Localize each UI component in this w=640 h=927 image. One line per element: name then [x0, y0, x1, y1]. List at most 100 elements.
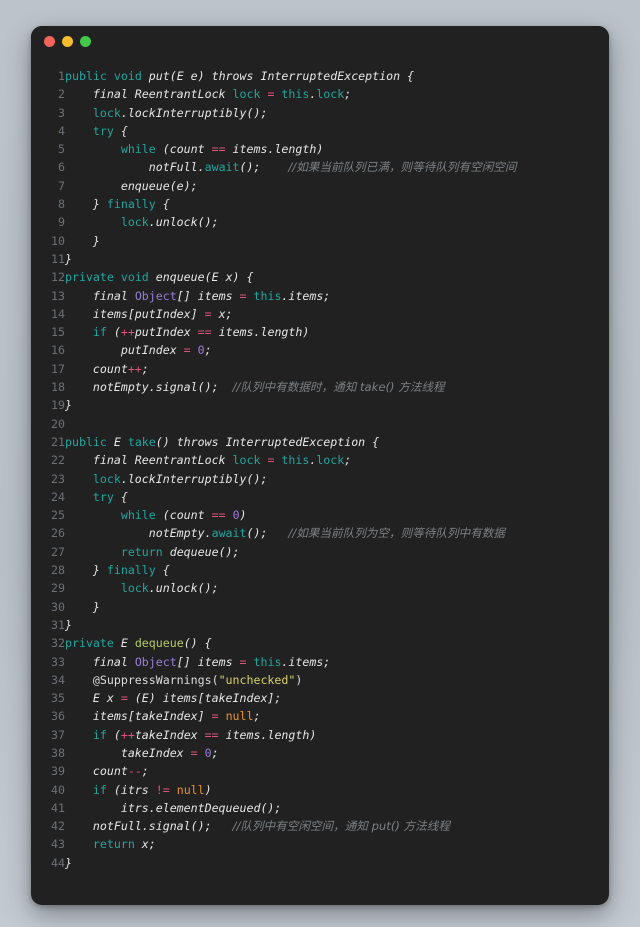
code-line[interactable]: 21 public E take() throws InterruptedExc…: [31, 433, 609, 451]
code-line[interactable]: 11 }: [31, 250, 609, 268]
line-source[interactable]: final ReentrantLock lock = this.lock;: [65, 85, 609, 103]
line-source[interactable]: }: [65, 616, 609, 634]
line-source[interactable]: }: [65, 854, 609, 872]
code-line[interactable]: 6 notFull.await(); //如果当前队列已满，则等待队列有空闲空间: [31, 158, 609, 176]
line-source[interactable]: count++;: [65, 360, 609, 378]
line-source[interactable]: lock.unlock();: [65, 213, 609, 231]
line-source[interactable]: return dequeue();: [65, 543, 609, 561]
line-source[interactable]: if (itrs != null): [65, 781, 609, 799]
line-source[interactable]: } finally {: [65, 561, 609, 579]
line-source[interactable]: notFull.await(); //如果当前队列已满，则等待队列有空闲空间: [65, 158, 609, 176]
code-line[interactable]: 31 }: [31, 616, 609, 634]
line-source[interactable]: }: [65, 598, 609, 616]
code-line[interactable]: 28 } finally {: [31, 561, 609, 579]
line-source[interactable]: lock.unlock();: [65, 579, 609, 597]
code-line[interactable]: 38 takeIndex = 0;: [31, 744, 609, 762]
line-source[interactable]: private void enqueue(E x) {: [65, 268, 609, 286]
code-line[interactable]: 19 }: [31, 396, 609, 414]
code-line[interactable]: 33 final Object[] items = this.items;: [31, 653, 609, 671]
code-line[interactable]: 34 @SuppressWarnings("unchecked"): [31, 671, 609, 689]
code-line[interactable]: 17 count++;: [31, 360, 609, 378]
maximize-dot[interactable]: [80, 35, 91, 47]
code-line[interactable]: 26 notEmpty.await(); //如果当前队列为空，则等待队列中有数…: [31, 524, 609, 542]
code-line[interactable]: 22 final ReentrantLock lock = this.lock;: [31, 451, 609, 469]
code-line[interactable]: 1 public void put(E e) throws Interrupte…: [31, 67, 609, 85]
line-source[interactable]: notEmpty.signal(); //队列中有数据时，通知 take() 方…: [65, 378, 609, 396]
code-line[interactable]: 37 if (++takeIndex == items.length): [31, 726, 609, 744]
line-source[interactable]: @SuppressWarnings("unchecked"): [65, 671, 609, 689]
line-source[interactable]: final ReentrantLock lock = this.lock;: [65, 451, 609, 469]
code-line[interactable]: 10 }: [31, 232, 609, 250]
line-source[interactable]: try {: [65, 488, 609, 506]
code-line[interactable]: 20: [31, 415, 609, 433]
line-source[interactable]: count--;: [65, 762, 609, 780]
code-line[interactable]: 42 notFull.signal(); //队列中有空闲空间，通知 put()…: [31, 817, 609, 835]
line-number: 38: [51, 745, 65, 760]
line-source[interactable]: try {: [65, 122, 609, 140]
code-line[interactable]: 2 final ReentrantLock lock = this.lock;: [31, 85, 609, 103]
code-line[interactable]: 27 return dequeue();: [31, 543, 609, 561]
code-line[interactable]: 24 try {: [31, 488, 609, 506]
line-source[interactable]: lock.lockInterruptibly();: [65, 470, 609, 488]
line-source[interactable]: while (count == items.length): [65, 140, 609, 158]
code-line[interactable]: 44 }: [31, 854, 609, 872]
code-line[interactable]: 18 notEmpty.signal(); //队列中有数据时，通知 take(…: [31, 378, 609, 396]
line-source[interactable]: if (++putIndex == items.length): [65, 323, 609, 341]
line-source[interactable]: items[takeIndex] = null;: [65, 707, 609, 725]
code-line[interactable]: 5 while (count == items.length): [31, 140, 609, 158]
code-line[interactable]: 8 } finally {: [31, 195, 609, 213]
line-source[interactable]: lock.lockInterruptibly();: [65, 104, 609, 122]
line-source[interactable]: return x;: [65, 835, 609, 853]
code-line[interactable]: 7 enqueue(e);: [31, 177, 609, 195]
line-source[interactable]: final Object[] items = this.items;: [65, 287, 609, 305]
code-editor[interactable]: 1 public void put(E e) throws Interrupte…: [31, 56, 609, 905]
code-line[interactable]: 14 items[putIndex] = x;: [31, 305, 609, 323]
line-source[interactable]: [65, 415, 609, 433]
line-source[interactable]: }: [65, 250, 609, 268]
code-line[interactable]: 9 lock.unlock();: [31, 213, 609, 231]
line-source[interactable]: takeIndex = 0;: [65, 744, 609, 762]
line-source[interactable]: public void put(E e) throws InterruptedE…: [65, 67, 609, 85]
code-line[interactable]: 35 E x = (E) items[takeIndex];: [31, 689, 609, 707]
line-number: 8: [58, 197, 65, 212]
code-line[interactable]: 3 lock.lockInterruptibly();: [31, 104, 609, 122]
code-line[interactable]: 16 putIndex = 0;: [31, 341, 609, 359]
line-source[interactable]: while (count == 0): [65, 506, 609, 524]
code-line[interactable]: 32 private E dequeue() {: [31, 634, 609, 652]
line-source[interactable]: }: [65, 396, 609, 414]
code-line[interactable]: 15 if (++putIndex == items.length): [31, 323, 609, 341]
close-dot[interactable]: [44, 35, 55, 47]
line-source[interactable]: private E dequeue() {: [65, 634, 609, 652]
code-line[interactable]: 13 final Object[] items = this.items;: [31, 287, 609, 305]
line-number: 2: [58, 87, 65, 102]
line-source[interactable]: final Object[] items = this.items;: [65, 653, 609, 671]
line-number: 4: [58, 123, 65, 138]
line-source[interactable]: enqueue(e);: [65, 177, 609, 195]
line-source[interactable]: notFull.signal(); //队列中有空闲空间，通知 put() 方法…: [65, 817, 609, 835]
code-line[interactable]: 30 }: [31, 598, 609, 616]
code-line[interactable]: 23 lock.lockInterruptibly();: [31, 470, 609, 488]
minimize-dot[interactable]: [62, 35, 73, 47]
line-source[interactable]: }: [65, 232, 609, 250]
line-source[interactable]: } finally {: [65, 195, 609, 213]
code-line[interactable]: 36 items[takeIndex] = null;: [31, 707, 609, 725]
line-source[interactable]: E x = (E) items[takeIndex];: [65, 689, 609, 707]
code-line[interactable]: 41 itrs.elementDequeued();: [31, 799, 609, 817]
window-titlebar[interactable]: [31, 26, 609, 56]
code-line[interactable]: 12 private void enqueue(E x) {: [31, 268, 609, 286]
line-source[interactable]: items[putIndex] = x;: [65, 305, 609, 323]
line-number: 6: [58, 160, 65, 175]
code-line[interactable]: 25 while (count == 0): [31, 506, 609, 524]
line-source[interactable]: notEmpty.await(); //如果当前队列为空，则等待队列中有数据: [65, 524, 609, 542]
line-number: 7: [58, 178, 65, 193]
line-source[interactable]: putIndex = 0;: [65, 341, 609, 359]
code-line[interactable]: 40 if (itrs != null): [31, 781, 609, 799]
line-number: 29: [51, 581, 65, 596]
code-line[interactable]: 29 lock.unlock();: [31, 579, 609, 597]
line-source[interactable]: public E take() throws InterruptedExcept…: [65, 433, 609, 451]
code-line[interactable]: 4 try {: [31, 122, 609, 140]
code-line[interactable]: 43 return x;: [31, 835, 609, 853]
line-source[interactable]: itrs.elementDequeued();: [65, 799, 609, 817]
code-line[interactable]: 39 count--;: [31, 762, 609, 780]
line-source[interactable]: if (++takeIndex == items.length): [65, 726, 609, 744]
